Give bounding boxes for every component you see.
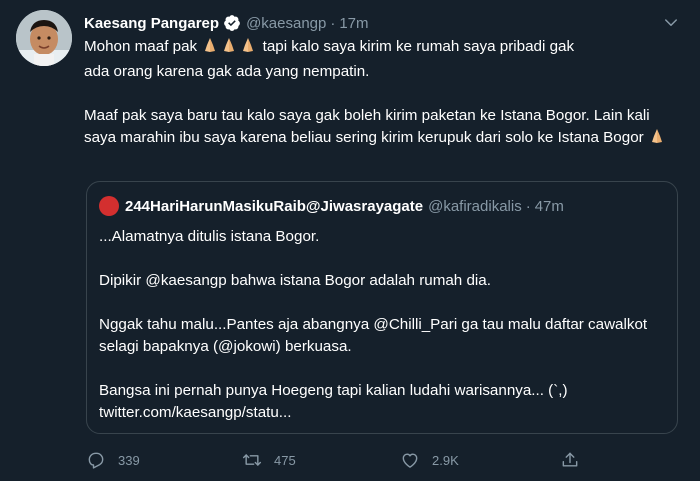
tweet: Kaesang Pangarep @kaesangp · 17m Mohon m…	[0, 0, 700, 481]
quoted-tweet[interactable]: 244HariHarunMasikuRaib@Jiwasrayagate @ka…	[86, 181, 678, 434]
like-count: 2.9K	[432, 452, 459, 468]
tweet-text: Mohon maaf pak tapi kalo saya kirim ke r…	[84, 36, 684, 152]
reply-icon	[88, 452, 104, 469]
quoted-paragraph: Nggak tahu malu...Pantes aja abangnya @C…	[99, 316, 648, 355]
folded-hands-emoji	[201, 36, 219, 61]
verified-badge-icon	[224, 15, 240, 31]
reply-button[interactable]: 339	[86, 448, 140, 472]
author-avatar[interactable]	[16, 10, 72, 66]
author-handle[interactable]: @kaesangp	[246, 15, 326, 32]
folded-hands-emoji	[648, 127, 666, 152]
reply-count: 339	[118, 452, 140, 468]
separator-dot: ·	[330, 14, 336, 32]
quoted-author-handle: @kafiradikalis	[428, 197, 522, 215]
share-icon	[562, 452, 578, 467]
quoted-paragraph: ...Alamatnya ditulis istana Bogor.	[99, 228, 320, 245]
quoted-link: twitter.com/kaesangp/statu...	[99, 404, 292, 421]
tweet-line1-cont: ada orang karena gak ada yang nempatin.	[84, 63, 370, 80]
author-name[interactable]: Kaesang Pangarep	[84, 15, 219, 32]
quoted-paragraph: Dipikir @kaesangp bahwa istana Bogor ada…	[99, 272, 491, 289]
tweet-header: Kaesang Pangarep @kaesangp · 17m	[84, 12, 680, 34]
like-icon	[402, 453, 418, 468]
quoted-tweet-time: 47m	[534, 197, 564, 215]
retweet-count: 475	[274, 452, 296, 468]
tweet-actions: 339 475 2.9K	[86, 448, 606, 472]
quoted-author-avatar	[99, 196, 119, 216]
chevron-down-icon[interactable]	[662, 14, 680, 32]
quoted-author-name: 244HariHarunMasikuRaib@Jiwasrayagate	[125, 197, 424, 215]
separator-dot: ·	[525, 197, 531, 215]
quoted-tweet-header: 244HariHarunMasikuRaib@Jiwasrayagate @ka…	[99, 194, 667, 218]
share-button[interactable]	[560, 448, 592, 472]
tweet-line1-prefix: Mohon maaf pak	[84, 38, 198, 55]
tweet-paragraph-2: Maaf pak saya baru tau kalo saya gak bol…	[84, 107, 650, 146]
avatar-image	[16, 10, 72, 66]
like-button[interactable]: 2.9K	[400, 448, 459, 472]
tweet-line1-suffix: tapi kalo saya kirim ke rumah saya priba…	[258, 38, 575, 55]
retweet-icon	[242, 454, 262, 466]
quoted-paragraph: Bangsa ini pernah punya Hoegeng tapi kal…	[99, 382, 568, 399]
retweet-button[interactable]: 475	[242, 448, 296, 472]
folded-hands-emoji	[239, 36, 257, 61]
tweet-time[interactable]: 17m	[339, 15, 368, 32]
quoted-tweet-text: ...Alamatnya ditulis istana Bogor. Dipik…	[99, 226, 659, 424]
folded-hands-emoji	[220, 36, 238, 61]
